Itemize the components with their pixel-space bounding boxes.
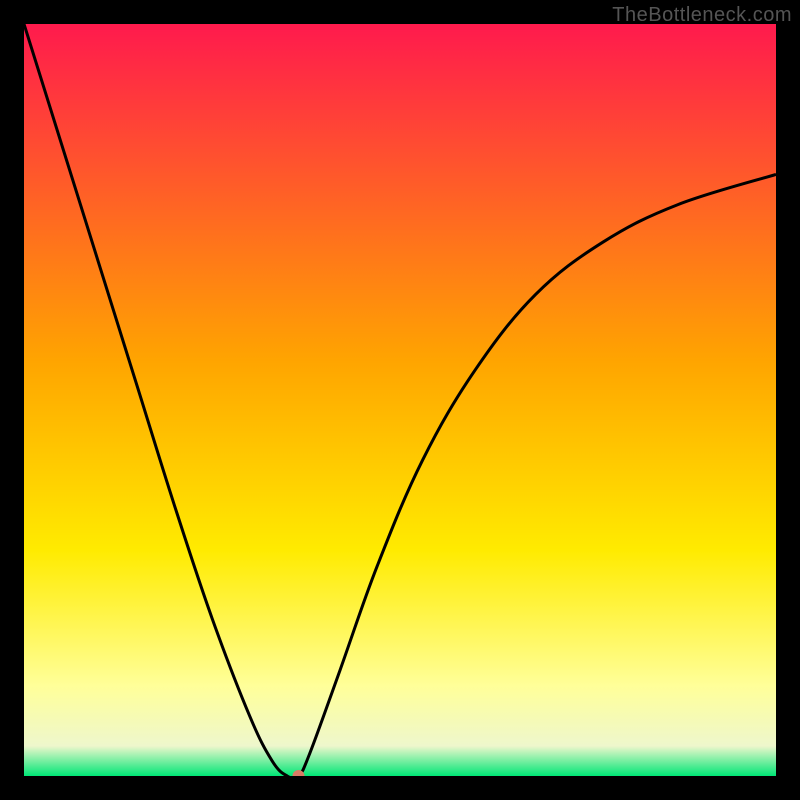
- chart-background: [24, 24, 776, 776]
- chart-svg: [24, 24, 776, 776]
- chart-plot-area: [24, 24, 776, 776]
- watermark-text: TheBottleneck.com: [612, 4, 792, 27]
